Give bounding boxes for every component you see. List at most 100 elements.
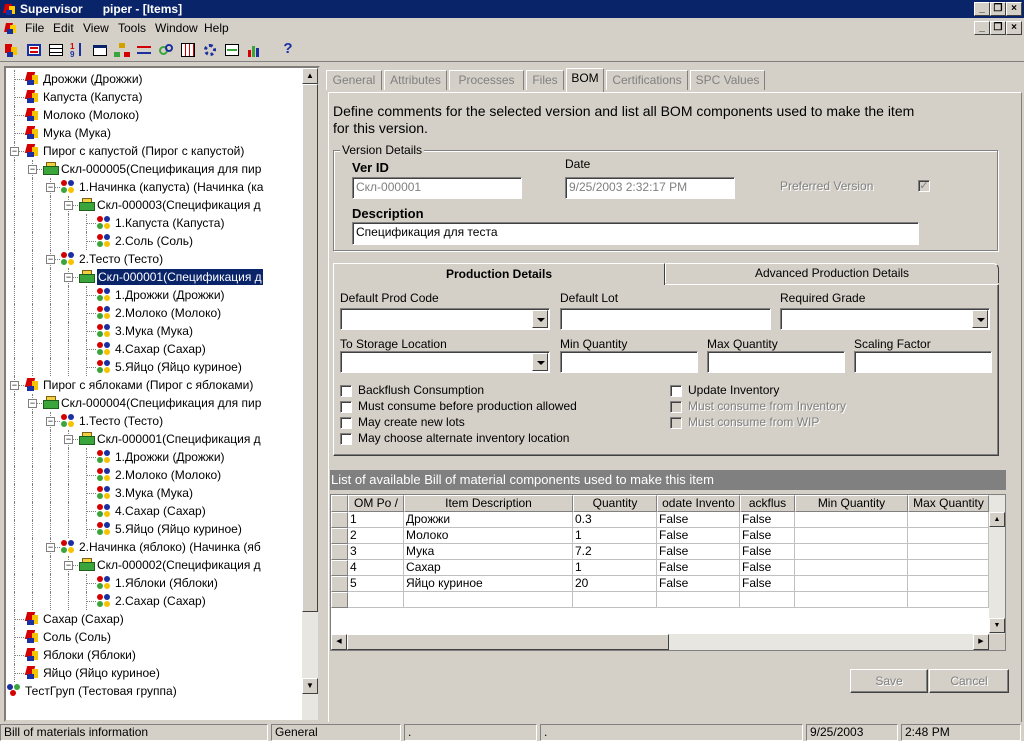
row-selector[interactable]	[331, 528, 348, 544]
table-cell[interactable]	[908, 544, 989, 560]
row-selector[interactable]	[331, 576, 348, 592]
sort-icon[interactable]: 19	[69, 41, 87, 59]
date-field[interactable]: 9/25/2003 2:32:17 PM	[565, 177, 735, 199]
tree-node[interactable]: 1.Дрожжи (Дрожжи)	[6, 286, 302, 304]
table-cell[interactable]	[740, 592, 795, 608]
ver-id-field[interactable]: Скл-000001	[352, 177, 522, 199]
tree-vscrollbar[interactable]: ▲ ▼	[302, 68, 318, 720]
tree-node[interactable]: 4.Сахар (Сахар)	[6, 502, 302, 520]
tree-node[interactable]: − Пирог с яблоками (Пирог с яблоками)	[6, 376, 302, 394]
bom-icon[interactable]	[25, 41, 43, 59]
help-icon[interactable]: ?	[279, 41, 297, 59]
tree-node[interactable]: 3.Мука (Мука)	[6, 322, 302, 340]
scroll-up-icon[interactable]: ▲	[302, 68, 318, 84]
tree-node[interactable]: 1.Капуста (Капуста)	[6, 214, 302, 232]
scaling-factor-field[interactable]	[854, 351, 992, 373]
collapse-icon[interactable]: −	[64, 201, 73, 210]
tree-node[interactable]: 1.Яблоки (Яблоки)	[6, 574, 302, 592]
grid-vscrollbar[interactable]: ▲ ▼	[989, 495, 1005, 634]
min-quantity-field[interactable]	[560, 351, 698, 373]
column-header[interactable]: Item Description	[404, 495, 573, 512]
scroll-up-icon[interactable]: ▲	[989, 512, 1005, 527]
table-cell[interactable]: False	[657, 544, 740, 560]
tree-node[interactable]: − Скл-000004(Спецификация для пир	[6, 394, 302, 412]
tree-node[interactable]: − Пирог с капустой (Пирог с капустой)	[6, 142, 302, 160]
scroll-down-icon[interactable]: ▼	[989, 618, 1005, 633]
grid-hscrollbar[interactable]: ◀ ▶	[331, 634, 989, 650]
tree-node[interactable]: 2.Молоко (Молоко)	[6, 466, 302, 484]
item-tree[interactable]: Дрожжи (Дрожжи) Капуста (Капуста) Молоко (…	[4, 66, 320, 722]
app-icon[interactable]	[3, 2, 17, 15]
table-cell[interactable]: False	[740, 512, 795, 528]
tree-node[interactable]: 5.Яйцо (Яйцо куриное)	[6, 358, 302, 376]
scroll-right-icon[interactable]: ▶	[973, 634, 989, 650]
tab-processes[interactable]: Processes	[449, 70, 524, 90]
checkbox-left-0[interactable]	[340, 385, 352, 397]
menu-help[interactable]: Help	[204, 21, 229, 35]
mdi-restore-icon[interactable]: ❐	[990, 21, 1006, 35]
save-button[interactable]: Save	[850, 669, 928, 693]
default-lot-field[interactable]	[560, 308, 771, 330]
tree-node[interactable]: 3.Мука (Мука)	[6, 484, 302, 502]
table-cell[interactable]: Дрожжи	[404, 512, 573, 528]
grid-icon[interactable]	[179, 41, 197, 59]
table-cell[interactable]: 1	[573, 528, 657, 544]
tab-attributes[interactable]: Attributes	[384, 70, 447, 90]
chevron-down-icon[interactable]	[972, 310, 988, 328]
tab-certifications[interactable]: Certifications	[606, 70, 688, 90]
table-cell[interactable]: 20	[573, 576, 657, 592]
table-cell[interactable]: False	[657, 576, 740, 592]
tree-node[interactable]: Капуста (Капуста)	[6, 88, 302, 106]
table-cell[interactable]: False	[657, 512, 740, 528]
table-cell[interactable]	[795, 512, 908, 528]
max-quantity-field[interactable]	[707, 351, 845, 373]
checkbox-left-2[interactable]	[340, 417, 352, 429]
table-cell[interactable]: False	[740, 560, 795, 576]
collapse-icon[interactable]: −	[28, 165, 37, 174]
table-cell[interactable]	[795, 528, 908, 544]
table-cell[interactable]	[573, 592, 657, 608]
table-cell[interactable]	[908, 528, 989, 544]
table-cell[interactable]: Сахар	[404, 560, 573, 576]
collapse-icon[interactable]: −	[64, 435, 73, 444]
table-cell[interactable]: False	[740, 544, 795, 560]
menu-view[interactable]: View	[83, 21, 109, 35]
tree-node[interactable]: Соль (Соль)	[6, 628, 302, 646]
restore-icon[interactable]: ❐	[990, 2, 1006, 16]
column-header[interactable]: Min Quantity	[795, 495, 908, 512]
menu-window[interactable]: Window	[155, 21, 198, 35]
tree-node[interactable]: − Скл-000001(Спецификация д	[6, 268, 302, 286]
tab-production-details[interactable]: Production Details	[333, 263, 665, 285]
gear-icon[interactable]	[201, 41, 219, 59]
properties-icon[interactable]	[91, 41, 109, 59]
table-icon[interactable]	[47, 41, 65, 59]
table-cell[interactable]: 2	[348, 528, 404, 544]
tree-node[interactable]: Яблоки (Яблоки)	[6, 646, 302, 664]
chevron-down-icon[interactable]	[532, 353, 548, 371]
checkbox-right-2[interactable]	[670, 417, 682, 429]
table-cell[interactable]	[657, 592, 740, 608]
tree-node[interactable]: 1.Дрожжи (Дрожжи)	[6, 448, 302, 466]
to-storage-location-combo[interactable]	[340, 351, 550, 373]
tree-node[interactable]: 2.Сахар (Сахар)	[6, 592, 302, 610]
collapse-icon[interactable]: −	[64, 561, 73, 570]
checkbox-right-1[interactable]	[670, 401, 682, 413]
tree-node[interactable]: − Скл-000005(Спецификация для пир	[6, 160, 302, 178]
collapse-icon[interactable]: −	[10, 381, 19, 390]
table-cell[interactable]	[795, 544, 908, 560]
table-cell[interactable]: False	[740, 528, 795, 544]
tree-node[interactable]: − 1.Тесто (Тесто)	[6, 412, 302, 430]
row-selector[interactable]	[331, 592, 348, 608]
table-cell[interactable]: 3	[348, 544, 404, 560]
minimize-icon[interactable]: _	[974, 2, 990, 16]
tree-node[interactable]: 2.Соль (Соль)	[6, 232, 302, 250]
menu-tools[interactable]: Tools	[118, 21, 146, 35]
items-icon[interactable]	[3, 41, 21, 59]
default-prod-code-combo[interactable]	[340, 308, 550, 330]
table-cell[interactable]: False	[657, 528, 740, 544]
collapse-icon[interactable]: −	[10, 147, 19, 156]
preferred-version-checkbox[interactable]: ✓	[918, 180, 930, 192]
scroll-left-icon[interactable]: ◀	[331, 634, 347, 650]
tab-general[interactable]: General	[326, 70, 382, 90]
bom-grid[interactable]: OM Po / Item Description Quantity odate Inv…	[330, 494, 1006, 651]
